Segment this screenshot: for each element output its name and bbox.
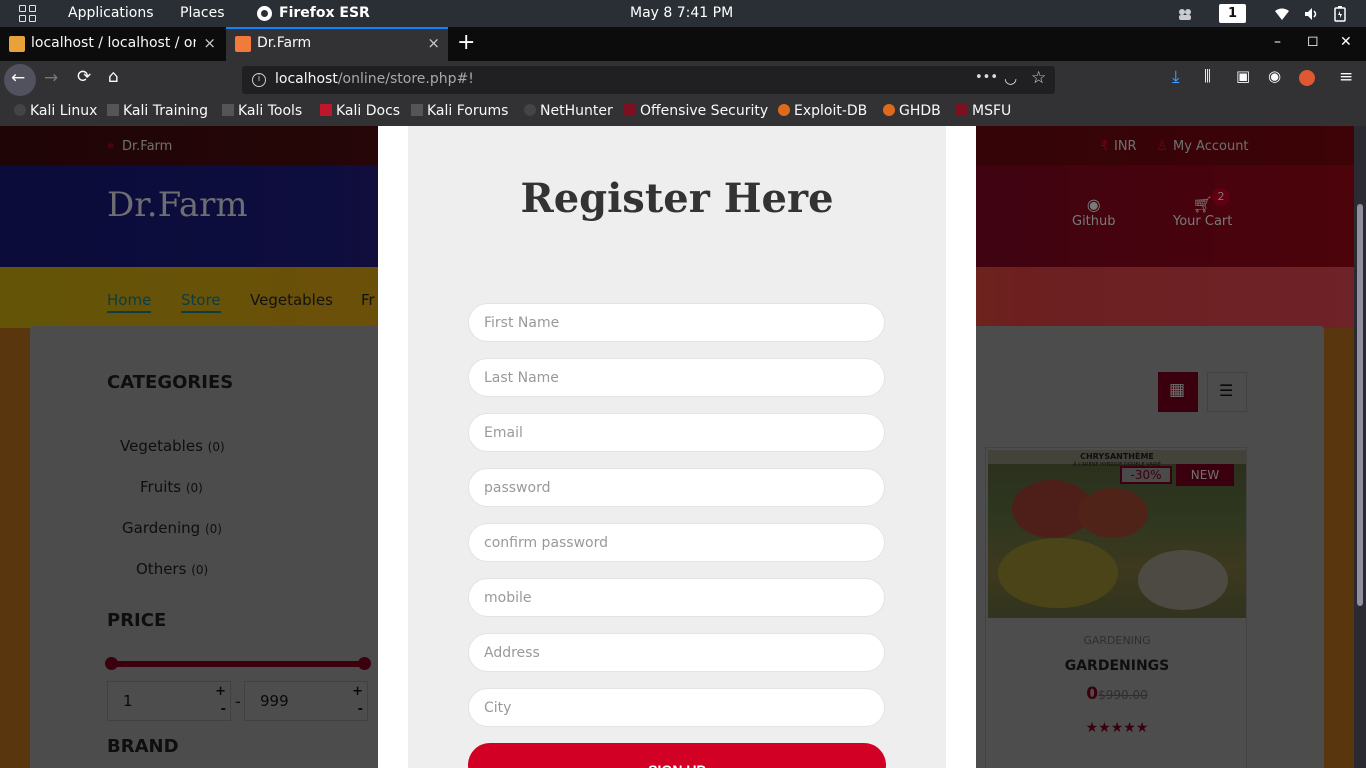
url-path: /online/store.php#! (337, 71, 474, 87)
sidebar-icon[interactable]: ▣ (1236, 67, 1250, 85)
people-icon[interactable] (1177, 6, 1193, 22)
web-page: ⌖ Dr.Farm ₹ INR ♙ My Account Dr.Farm ◉ G… (0, 126, 1354, 768)
library-icon[interactable]: ⫼ (1204, 67, 1211, 85)
bookmark-item[interactable]: Kali Docs (320, 103, 400, 119)
tab-strip: localhost / localhost / onli × Dr.Farm ×… (0, 27, 1366, 61)
volume-icon[interactable] (1303, 6, 1319, 22)
bookmark-item[interactable]: Kali Forums (411, 103, 508, 119)
bookmark-item[interactable]: Kali Tools (222, 103, 302, 119)
bookmark-item[interactable]: Kali Linux (14, 103, 97, 119)
system-top-bar: Applications Places Firefox ESR May 8 7:… (0, 0, 1366, 27)
minimize-button[interactable]: – (1274, 34, 1281, 50)
maximize-button[interactable]: ◻ (1307, 33, 1319, 49)
password-input[interactable] (468, 468, 885, 507)
close-window-button[interactable]: ✕ (1340, 34, 1352, 50)
confirm-password-input[interactable] (468, 523, 885, 562)
reload-button[interactable]: ⟳ (77, 67, 91, 87)
mobile-input[interactable] (468, 578, 885, 617)
url-host: localhost (275, 71, 338, 87)
email-input[interactable] (468, 413, 885, 452)
tab-label: localhost / localhost / onli (31, 35, 196, 51)
bookmark-item[interactable]: NetHunter (524, 103, 613, 119)
url-text: localhost/online/store.php#! (275, 71, 474, 87)
firefox-icon (257, 6, 272, 21)
account-icon[interactable]: ◉ (1268, 67, 1281, 85)
places-menu[interactable]: Places (180, 5, 225, 22)
close-tab-icon[interactable]: × (203, 34, 216, 52)
bookmark-item[interactable]: Exploit-DB (778, 103, 867, 119)
active-app-menu[interactable]: Firefox ESR (279, 5, 370, 22)
first-name-input[interactable] (468, 303, 885, 342)
url-bar[interactable]: i localhost/online/store.php#! ••• ◡ ☆ (242, 66, 1055, 94)
kali-dragon-icon (14, 104, 26, 116)
xampp-favicon-icon (235, 36, 251, 52)
register-title: Register Here (520, 175, 834, 222)
workspace-indicator[interactable]: 1 (1219, 4, 1246, 23)
bookmarks-toolbar: Kali Linux Kali Training Kali Tools Kali… (0, 98, 1366, 126)
new-tab-button[interactable]: + (457, 29, 475, 57)
exploitdb-icon (778, 104, 790, 116)
offsec-icon (624, 104, 636, 116)
msfu-icon (956, 104, 968, 116)
applications-menu[interactable]: Applications (68, 5, 154, 22)
tab-label: Dr.Farm (257, 35, 312, 51)
wifi-icon[interactable] (1274, 6, 1290, 22)
close-tab-icon[interactable]: × (427, 34, 440, 52)
bookmark-item[interactable]: Offensive Security (624, 103, 768, 119)
bookmark-star-icon[interactable]: ☆ (1031, 68, 1046, 88)
bookmark-item[interactable]: Kali Training (107, 103, 208, 119)
register-form: Register Here SIGN UP (408, 126, 946, 768)
page-scrollbar[interactable] (1354, 126, 1366, 768)
pocket-icon[interactable]: ◡ (1004, 69, 1017, 87)
sign-up-button[interactable]: SIGN UP (468, 743, 886, 768)
home-button[interactable]: ⌂ (108, 67, 119, 87)
phpmyadmin-favicon-icon (9, 36, 25, 52)
duckduckgo-icon[interactable] (1299, 70, 1315, 86)
tab-drfarm[interactable]: Dr.Farm × (226, 27, 448, 61)
page-actions-icon[interactable]: ••• (975, 70, 998, 85)
site-info-icon[interactable]: i (252, 73, 266, 87)
battery-icon[interactable] (1332, 6, 1348, 22)
bookmark-item[interactable]: GHDB (883, 103, 941, 119)
nethunter-icon (524, 104, 536, 116)
kali-dragon-icon (411, 104, 423, 116)
clock[interactable]: May 8 7:41 PM (630, 5, 733, 22)
kali-dragon-icon (107, 104, 119, 116)
back-arrow-icon: ← (11, 68, 26, 88)
address-input[interactable] (468, 633, 885, 672)
city-input[interactable] (468, 688, 885, 727)
back-button[interactable]: ← (4, 64, 36, 96)
activities-grid-icon[interactable] (19, 5, 37, 23)
ghdb-icon (883, 104, 895, 116)
register-modal: Register Here SIGN UP (378, 126, 976, 768)
tab-phpmyadmin[interactable]: localhost / localhost / onli × (0, 27, 224, 61)
forward-button[interactable]: → (44, 68, 58, 88)
kali-dragon-icon (222, 104, 234, 116)
last-name-input[interactable] (468, 358, 885, 397)
downloads-icon[interactable]: ⤓ (1172, 67, 1180, 87)
app-menu-icon[interactable]: ≡ (1339, 67, 1353, 87)
bookmark-item[interactable]: MSFU (956, 103, 1011, 119)
navigation-toolbar: ← → ⟳ ⌂ i localhost/online/store.php#! •… (0, 61, 1366, 98)
scrollbar-thumb[interactable] (1357, 204, 1363, 606)
kali-docs-icon (320, 104, 332, 116)
